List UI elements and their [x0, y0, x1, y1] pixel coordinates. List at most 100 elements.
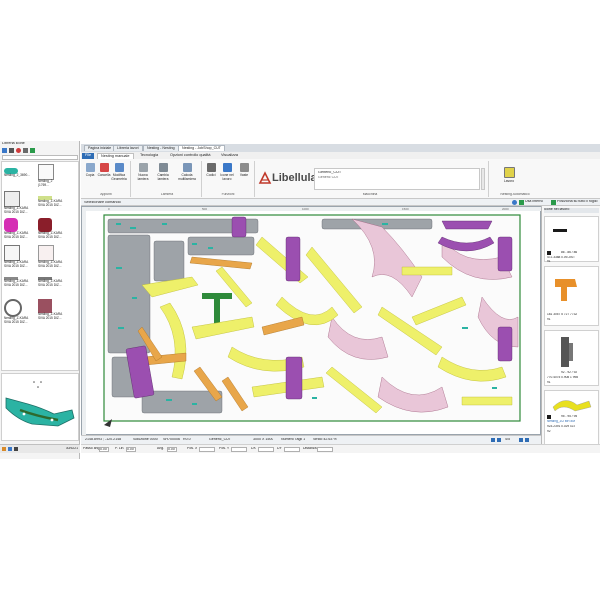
cut-count: Numero Tagli 1 [281, 438, 306, 441]
refresh-icon[interactable] [9, 148, 14, 153]
tab-pagina-iniziale[interactable]: Pagina iniziale [84, 145, 116, 151]
vaste-button[interactable]: Vaste [236, 162, 252, 186]
change-sheet-button[interactable]: Cambia lamiera [155, 162, 171, 186]
part-preview-image [5, 381, 75, 427]
codes-button[interactable]: Codici [203, 162, 219, 186]
prev-page-icon[interactable] [497, 438, 501, 442]
library-item[interactable]: Nesting_Z-KARA SIVA 2015 DIZ... [38, 191, 64, 207]
add-icon[interactable] [30, 148, 35, 153]
group-divider [201, 161, 202, 197]
icons-in-job-panel: Icone nel lavoro 86 - 86 / 86 472.3388 0… [541, 206, 600, 453]
next-page-icon[interactable] [519, 438, 523, 442]
library-title: Libreria icone [2, 142, 25, 145]
library-item[interactable]: Nesting_2 (1769... [38, 164, 64, 187]
lavoro-button[interactable]: Lavoro [500, 166, 518, 190]
angle-step-input[interactable]: 0.00 [99, 447, 109, 452]
job-part-card[interactable]: 181 3057 5 727 7732 91 [544, 266, 599, 326]
group-divider [488, 161, 489, 197]
first-page-icon[interactable] [491, 438, 495, 442]
library-item[interactable]: Nesting_Z-KARA SIVA 2015 DIZ... [38, 245, 64, 268]
view-icon[interactable] [8, 447, 12, 451]
position-sheet-label: Posiziona su tutto il foglio [557, 200, 598, 203]
copy-icon [85, 163, 95, 172]
dx-input[interactable] [258, 447, 274, 452]
library-filter-bar[interactable] [2, 155, 78, 160]
machine-selector[interactable]: Generic_CUT Generic CUT [314, 168, 480, 190]
usa-interno-toggle-icon[interactable] [519, 200, 524, 205]
part-color-icon [547, 415, 551, 419]
icons-in-job-button[interactable]: Icone nel lavoro [219, 162, 235, 186]
tab-libreria-lavori[interactable]: Libreria lavori [113, 145, 143, 151]
part-thumbnail-icon [4, 191, 20, 207]
library-item[interactable]: Nesting_Z-KARA SIVA 2015 DIZ... [4, 272, 30, 287]
library-item[interactable]: Nesting_Z-KARA SIVA 2015 DIZ... [38, 272, 64, 287]
group-label-lamiera: Lamiera [160, 193, 174, 196]
tab-nesting[interactable]: Nesting - Nesting [143, 145, 179, 151]
library-counter: 30/5221 [65, 447, 78, 450]
delete-button[interactable]: Cancella [96, 162, 112, 186]
back-icon[interactable] [2, 148, 7, 153]
position-sheet-toggle-icon[interactable] [551, 200, 556, 205]
folder-icon[interactable] [2, 447, 6, 451]
svg-text:1500: 1500 [402, 207, 409, 211]
part-thumbnail-icon [38, 164, 54, 180]
library-item[interactable]: Nesting_2_3690... [4, 164, 30, 178]
codes-icon [206, 163, 216, 172]
cursor-coordinates: 2148.8993 ; -120.2148 [85, 438, 122, 441]
edit-geometry-icon [114, 163, 124, 172]
sheet-size: 3000 X 1500 [253, 438, 274, 441]
library-item[interactable]: Nesting_Z-KARA SIVA 2015 DIZ... [38, 218, 64, 239]
part-thumbnail-icon [4, 245, 20, 261]
library-item[interactable]: Nesting_Z-KARA SIVA 2015 DIZ... [38, 299, 64, 320]
job-part-card[interactable]: 86 - 86 / 86 472.3388 0.09-JIST 91 [544, 216, 599, 263]
library-toolbar [2, 148, 78, 154]
delete-icon[interactable] [16, 148, 21, 153]
library-item[interactable]: Nesting_Z-KARA SIVA 2015 DIZ... [4, 218, 30, 239]
part-color-icon [547, 251, 551, 255]
machine-subtitle: Generic CUT [318, 176, 339, 179]
group-divider [254, 161, 255, 197]
library-item[interactable]: Nesting_Z-KARA SIVA 2015 DIZ... [4, 299, 30, 324]
job-part-card[interactable]: 95 - 95 / 95 Nesting_ZU MR 8M 923.2391 0… [544, 390, 599, 450]
machine-name: Generic_CUT [318, 171, 342, 174]
new-sheet-button[interactable]: Nuova lamiera [135, 162, 151, 186]
group-label-nesting-automatico: Nesting Automatico [500, 193, 530, 196]
panel-title: Icone nel lavoro [544, 208, 599, 213]
svg-text:2000: 2000 [502, 207, 509, 211]
dy-input[interactable] [284, 447, 300, 452]
angle-input[interactable]: 0.00 [167, 447, 177, 452]
brand-name: Libellula [272, 173, 317, 184]
pos-y-input[interactable] [231, 447, 247, 452]
edit-geometry-button[interactable]: Modifica Geometria [111, 162, 127, 186]
lavoro-icon [503, 167, 515, 178]
nesting-sheet-view: 0 500 1000 1500 2000 [82, 207, 542, 436]
job-part-card[interactable]: 92 - 92 / 92 770.4075 0.908 1 998 91 [544, 330, 599, 386]
transform-fields-bar: Passo ang. 0.00 P. Lin. 0.00 Ang. 0.00 P… [81, 444, 600, 453]
change-sheet-icon [158, 163, 168, 172]
delete-icon [99, 163, 109, 172]
library-item[interactable]: Nesting_Z-KARA SIVA 2015 DIZ... [4, 191, 30, 214]
icons-in-job-icon [222, 163, 232, 172]
pos-x-input[interactable] [199, 447, 215, 452]
machine-scroll[interactable] [481, 168, 485, 190]
waste-percentage: Sfrido 42.63 % [313, 438, 337, 441]
new-sheet-icon [138, 163, 148, 172]
tab-nesting-jobshop[interactable]: Nesting - JobShop_CUT [178, 145, 225, 151]
distance-input[interactable] [317, 447, 333, 452]
nesting-canvas[interactable]: 0 500 1000 1500 2000 [81, 206, 542, 436]
list-icon[interactable] [14, 447, 18, 451]
library-pane: Libreria icone Nesting_2_3690... Nesting… [0, 141, 80, 459]
gear-icon[interactable] [23, 148, 28, 153]
eye-icon[interactable] [512, 200, 517, 205]
status-machine: Generic_CUT [209, 438, 231, 441]
last-page-icon[interactable] [525, 438, 529, 442]
page-indicator: 4/5 [505, 438, 510, 441]
calc-multisheet-button[interactable]: Calcola multilamiera [177, 162, 197, 186]
part-thumbnail-icon [4, 218, 18, 232]
linear-step-input[interactable]: 0.00 [126, 447, 136, 452]
svg-text:1000: 1000 [302, 207, 309, 211]
part-thumbnail-icon [38, 218, 52, 232]
command-prompt: Selezionare comando [84, 200, 121, 204]
library-item[interactable]: Nesting_Z-KARA SIVA 2015 DIZ... [4, 245, 30, 268]
rotation-label: R0.0 [183, 438, 191, 441]
